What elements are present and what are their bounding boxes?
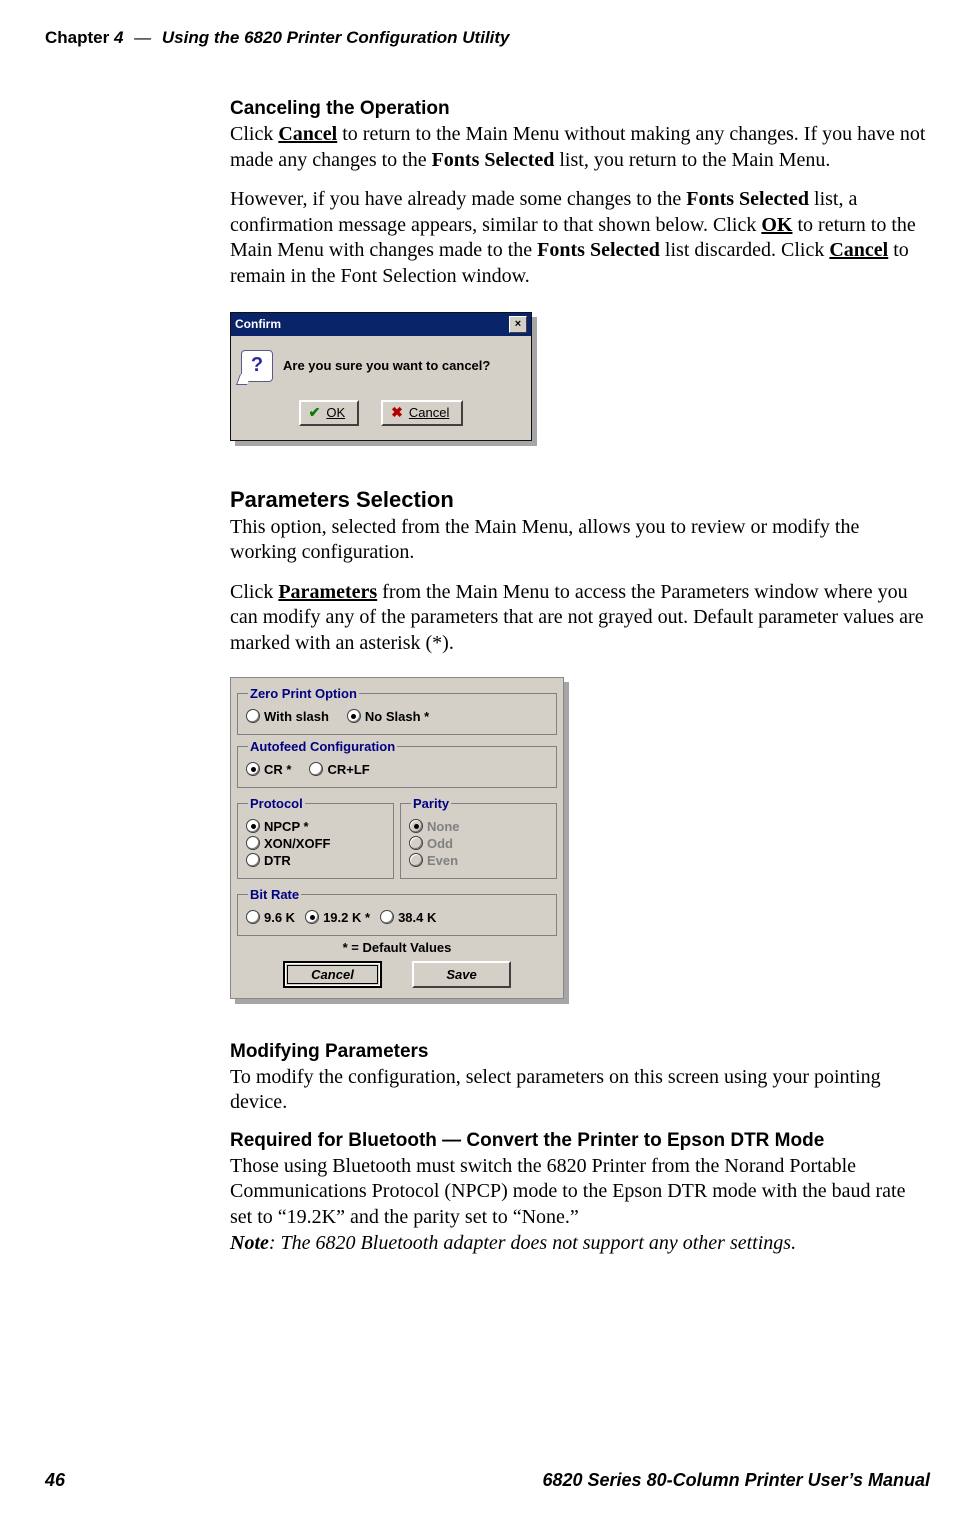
radio-icon [409,836,423,850]
radio-xonxoff[interactable]: XON/XOFF [246,836,385,851]
group-protocol: Protocol NPCP * XON/XOFF DTR [237,796,394,879]
panel-save-button[interactable]: Save [412,961,511,988]
chapter-number: 4 [114,28,123,47]
page-content: Canceling the Operation Click Cancel to … [230,98,930,1256]
question-icon: ? [241,350,273,382]
radio-parity-even: Even [409,853,548,868]
radio-9-6k[interactable]: 9.6 K [246,910,295,925]
header-separator: — [134,28,151,47]
para-modify-1: To modify the configuration, select para… [230,1065,930,1116]
confirm-dialog-figure: Confirm × ? Are you sure you want to can… [230,312,930,441]
group-bitrate: Bit Rate 9.6 K 19.2 K * 38.4 K [237,887,557,936]
radio-38-4k[interactable]: 38.4 K [380,910,436,925]
protocol-legend: Protocol [248,796,305,811]
footer-right: 6820 Series 80-Column Printer User’s Man… [542,1470,930,1491]
radio-cr[interactable]: CR * [246,762,291,777]
parameters-panel: Zero Print Option With slash No Slash * … [230,677,564,999]
group-parity: Parity None Odd Even [400,796,557,879]
heading-canceling: Canceling the Operation [230,98,930,120]
chapter-label: Chapter [45,28,109,47]
panel-cancel-button[interactable]: Cancel [283,961,382,988]
heading-modifying: Modifying Parameters [230,1041,930,1063]
radio-icon [246,853,260,867]
confirm-dialog: Confirm × ? Are you sure you want to can… [230,312,532,441]
autofeed-legend: Autofeed Configuration [248,739,397,754]
ok-button-label: OK [326,405,345,420]
radio-npcp[interactable]: NPCP * [246,819,385,834]
para-bt-note: Note: The 6820 Bluetooth adapter does no… [230,1231,930,1257]
page-footer: 46 6820 Series 80-Column Printer User’s … [45,1470,930,1491]
radio-no-slash[interactable]: No Slash * [347,709,429,724]
para-cancel-1: Click Cancel to return to the Main Menu … [230,122,930,173]
dialog-title: Confirm [235,317,281,331]
parity-legend: Parity [411,796,451,811]
radio-parity-none: None [409,819,548,834]
running-header: Chapter 4 — Using the 6820 Printer Confi… [45,28,930,48]
radio-dtr[interactable]: DTR [246,853,385,868]
radio-19-2k[interactable]: 19.2 K * [305,910,370,925]
radio-icon [409,853,423,867]
radio-crlf[interactable]: CR+LF [309,762,369,777]
page-number: 46 [45,1470,65,1491]
radio-icon [380,910,394,924]
kw-parameters: Parameters [278,581,377,603]
radio-icon [305,910,319,924]
close-icon[interactable]: × [509,316,527,333]
radio-icon [246,762,260,776]
cancel-button-label: Cancel [409,405,449,420]
note-body: : The 6820 Bluetooth adapter does not su… [269,1232,796,1254]
zero-print-legend: Zero Print Option [248,686,359,701]
ok-button[interactable]: ✔ OK [299,400,360,426]
check-icon: ✔ [309,404,321,421]
radio-icon [246,910,260,924]
radio-icon [409,819,423,833]
heading-parameters: Parameters Selection [230,487,930,513]
heading-bluetooth: Required for Bluetooth — Convert the Pri… [230,1130,930,1152]
header-title: Using the 6820 Printer Configuration Uti… [162,28,510,47]
radio-icon [309,762,323,776]
radio-icon [246,709,260,723]
dialog-titlebar: Confirm × [231,313,531,336]
para-bt-1: Those using Bluetooth must switch the 68… [230,1154,930,1231]
radio-parity-odd: Odd [409,836,548,851]
group-zero-print: Zero Print Option With slash No Slash * [237,686,557,735]
cancel-button[interactable]: ✖ Cancel [381,400,463,426]
radio-icon [246,819,260,833]
para-params-2: Click Parameters from the Main Menu to a… [230,580,930,657]
default-values-note: * = Default Values [237,940,557,955]
dialog-message: Are you sure you want to cancel? [283,358,490,373]
kw-cancel: Cancel [278,123,337,145]
kw-fonts-selected: Fonts Selected [432,149,555,171]
para-cancel-2: However, if you have already made some c… [230,187,930,289]
radio-icon [246,836,260,850]
note-label: Note [230,1232,269,1254]
group-autofeed: Autofeed Configuration CR * CR+LF [237,739,557,788]
parameters-panel-figure: Zero Print Option With slash No Slash * … [230,677,930,999]
x-icon: ✖ [391,404,403,421]
radio-icon [347,709,361,723]
radio-with-slash[interactable]: With slash [246,709,329,724]
bitrate-legend: Bit Rate [248,887,301,902]
para-params-1: This option, selected from the Main Menu… [230,515,930,566]
